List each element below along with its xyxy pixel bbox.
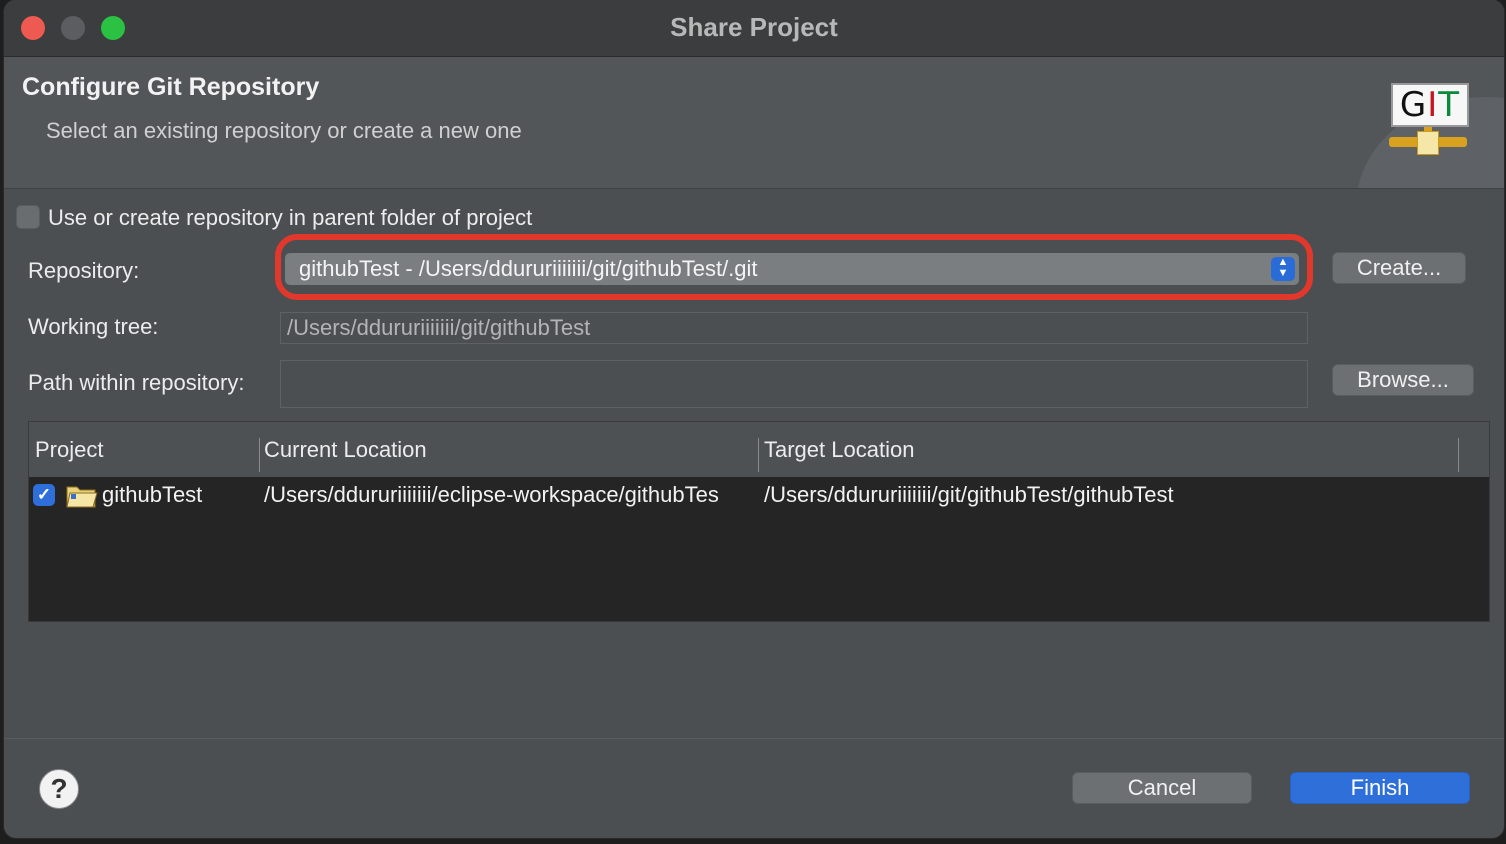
project-row-checkbox[interactable]: ✓ — [33, 484, 55, 506]
git-logo-icon: GIT — [1387, 79, 1477, 163]
window-title: Share Project — [670, 12, 838, 42]
title-bar[interactable]: Share Project — [4, 0, 1504, 57]
repository-label: Repository: — [28, 258, 140, 283]
projects-table: Project Current Location Target Location… — [28, 421, 1490, 622]
path-within-repository-field[interactable] — [280, 360, 1308, 408]
help-icon[interactable]: ? — [39, 769, 79, 809]
table-header: Project Current Location Target Location — [29, 422, 1489, 477]
column-header-target-location[interactable]: Target Location — [764, 422, 914, 477]
column-divider[interactable] — [758, 438, 759, 472]
parent-folder-checkbox[interactable] — [16, 205, 40, 229]
browse-button[interactable]: Browse... — [1332, 364, 1474, 396]
project-name-cell: githubTest — [102, 482, 203, 507]
column-divider[interactable] — [259, 438, 260, 472]
finish-button[interactable]: Finish — [1290, 772, 1470, 804]
cancel-button[interactable]: Cancel — [1072, 772, 1252, 804]
working-tree-field: /Users/ddururiiiiiii/git/githubTest — [280, 312, 1308, 344]
path-within-repository-label: Path within repository: — [28, 370, 245, 395]
table-row[interactable]: ✓ githubTest /Users/ddururiiiiiii/eclips… — [29, 477, 1489, 513]
current-location-cell: /Users/ddururiiiiiii/eclipse-workspace/g… — [264, 482, 719, 507]
column-header-current-location[interactable]: Current Location — [264, 422, 427, 477]
working-tree-label: Working tree: — [28, 314, 159, 339]
create-button[interactable]: Create... — [1332, 252, 1466, 284]
wizard-banner: Configure Git Repository Select an exist… — [4, 57, 1504, 189]
share-project-dialog: Share Project Configure Git Repository S… — [4, 0, 1504, 838]
git-logo-text: GIT — [1391, 83, 1469, 127]
column-header-project[interactable]: Project — [35, 422, 103, 477]
footer-divider — [4, 738, 1504, 739]
column-divider[interactable] — [1458, 438, 1459, 472]
git-node-shape — [1417, 131, 1439, 155]
banner-title: Configure Git Repository — [22, 73, 320, 101]
banner-subtitle: Select an existing repository or create … — [46, 118, 522, 143]
target-location-cell: /Users/ddururiiiiiii/git/githubTest/gith… — [764, 482, 1174, 507]
parent-folder-checkbox-label: Use or create repository in parent folde… — [48, 205, 533, 230]
repository-highlight-annotation — [275, 234, 1313, 300]
project-folder-icon — [66, 486, 98, 508]
